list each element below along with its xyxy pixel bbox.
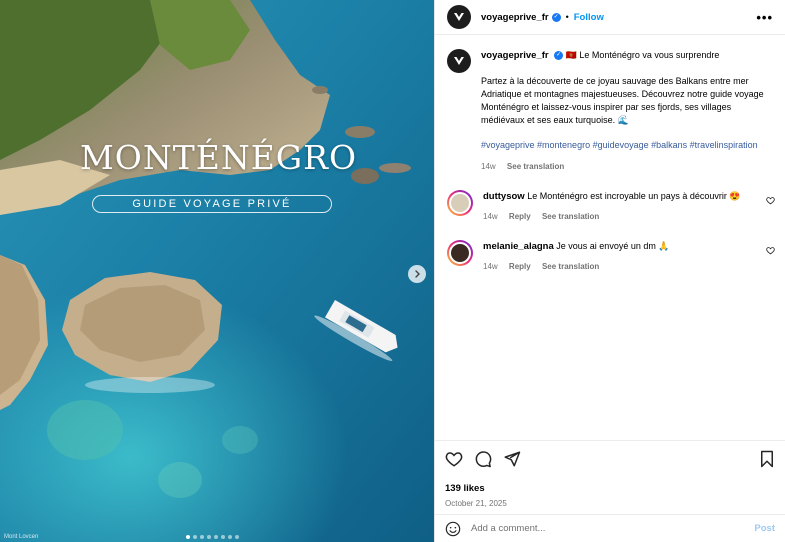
verified-badge-icon: ✓ [551,12,561,22]
comment-item: duttysow Le Monténégro est incroyable un… [435,190,785,223]
chevron-right-icon [415,270,420,278]
post-side-panel: voyageprive_fr ✓ • Follow ••• voyagepriv… [434,0,785,542]
more-options-button[interactable]: ••• [756,10,773,25]
follow-button[interactable]: Follow [574,12,604,23]
image-credit: Mont Lovcen [4,534,39,540]
comment-meta: 14w Reply See translation [483,261,753,273]
verified-badge-icon: ✓ [554,51,564,61]
caption-avatar[interactable] [447,49,471,73]
post-date: October 21, 2025 [445,499,507,508]
carousel-dot [214,535,218,539]
caption-body: Partez à la découverte de ce joyau sauva… [481,76,764,125]
comment-item: melanie_alagna Je vous ai envoyé un dm 🙏… [435,240,785,273]
see-translation-link[interactable]: See translation [507,162,564,171]
carousel-dot [221,535,225,539]
carousel-dot [193,535,197,539]
carousel-next-button[interactable] [408,265,426,283]
instagram-post-view: MONTÉNÉGRO GUIDE VOYAGE PRIVÉ Mont Lovce… [0,0,785,542]
comment-time: 14w [483,262,498,271]
avatar[interactable] [447,5,471,29]
post-caption: voyageprive_fr ✓ 🇲🇪 Le Monténégro va vou… [435,35,785,173]
like-heart-icon[interactable] [445,450,463,468]
action-icons-row [445,449,775,469]
comment-meta: 14w Reply See translation [483,211,753,223]
carousel-dot [235,535,239,539]
caption-first-line: 🇲🇪 Le Monténégro va vous surprendre [565,50,720,60]
like-comment-heart-icon[interactable] [766,246,775,255]
header-separator: • [565,12,569,22]
comments-scroll-area[interactable]: voyageprive_fr ✓ 🇲🇪 Le Monténégro va vou… [435,35,785,439]
comment-avatar[interactable] [447,240,473,266]
header-username[interactable]: voyageprive_fr [481,12,549,23]
reply-button[interactable]: Reply [509,262,531,271]
media-subtitle: GUIDE VOYAGE PRIVÉ [92,195,332,213]
caption-meta: 14w See translation [481,160,771,173]
like-comment-heart-icon[interactable] [766,196,775,205]
comment-username[interactable]: duttysow [483,191,525,202]
carousel-dot [186,535,190,539]
carousel-indicator [186,535,239,539]
reply-button[interactable]: Reply [509,212,531,221]
carousel-dot [200,535,204,539]
post-image [0,0,434,542]
post-header: voyageprive_fr ✓ • Follow ••• [435,0,785,35]
comment-username[interactable]: melanie_alagna [483,241,554,252]
caption-hashtags[interactable]: #voyageprive #montenegro #guidevoyage #b… [481,139,771,152]
voyageprive-logo-icon [454,13,464,21]
media-title: MONTÉNÉGRO [80,138,358,177]
comment-text: Je vous ai envoyé un dm 🙏 [556,241,670,251]
see-translation-link[interactable]: See translation [542,212,599,221]
emoji-smiley-icon[interactable] [445,521,461,537]
see-translation-link[interactable]: See translation [542,262,599,271]
caption-time: 14w [481,162,496,171]
save-bookmark-icon[interactable] [759,450,775,468]
comment-time: 14w [483,212,498,221]
add-comment-input[interactable]: Add a comment... [471,523,754,534]
post-actions: 139 likes October 21, 2025 [435,440,785,508]
voyageprive-logo-icon [454,57,464,65]
post-media-carousel[interactable]: MONTÉNÉGRO GUIDE VOYAGE PRIVÉ Mont Lovce… [0,0,434,542]
likes-count[interactable]: 139 likes [445,483,775,494]
carousel-dot [228,535,232,539]
caption-username[interactable]: voyageprive_fr [481,50,549,61]
comment-text: Le Monténégro est incroyable un pays à d… [527,191,741,201]
comment-avatar[interactable] [447,190,473,216]
share-paper-plane-icon[interactable] [503,450,521,468]
post-comment-button[interactable]: Post [754,523,775,534]
comment-bubble-icon[interactable] [474,450,492,468]
carousel-dot [207,535,211,539]
add-comment-bar: Add a comment... Post [435,514,785,542]
